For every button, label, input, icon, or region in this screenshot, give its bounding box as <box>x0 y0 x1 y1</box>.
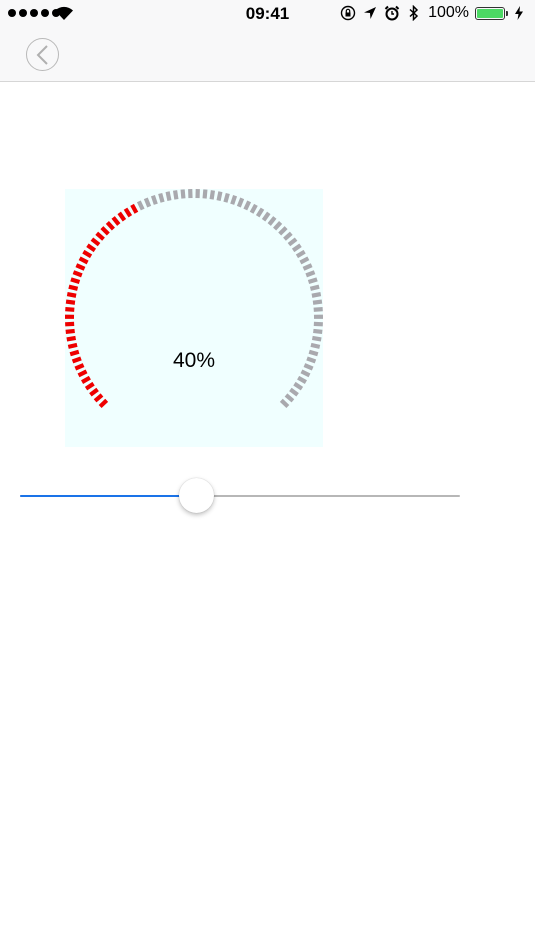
back-button[interactable] <box>26 38 59 71</box>
gauge-tick-inactive <box>289 387 299 397</box>
gauge-tick-active <box>72 270 83 278</box>
gauge-tick-active <box>65 328 75 334</box>
gauge-tick-inactive <box>172 190 179 200</box>
gauge-tick-active <box>75 263 86 271</box>
location-arrow-icon <box>362 5 378 21</box>
gauge-tick-inactive <box>261 211 271 222</box>
gauge-tick-inactive <box>165 191 172 201</box>
progress-slider[interactable] <box>20 478 460 514</box>
gauge-tick-inactive <box>311 292 322 298</box>
gauge-tick-inactive <box>216 191 223 201</box>
gauge-tick-inactive <box>284 393 295 403</box>
status-bar: 09:41 100% <box>0 0 535 28</box>
gauge-tick-active <box>78 256 89 265</box>
gauge-tick-active <box>70 277 81 285</box>
gauge-tick-inactive <box>243 200 252 211</box>
gauge-tick-active <box>84 381 95 391</box>
gauge-tick-inactive <box>143 197 152 208</box>
gauge-tick-active <box>67 342 78 349</box>
charging-bolt-icon <box>511 5 527 21</box>
gauge-tick-inactive <box>293 381 304 391</box>
gauge-tick-active <box>65 307 75 312</box>
navigation-bar <box>0 28 535 82</box>
gauge: 40% <box>65 189 323 447</box>
orientation-lock-icon <box>340 5 356 21</box>
gauge-tick-inactive <box>313 307 323 312</box>
gauge-tick-inactive <box>209 190 216 200</box>
gauge-tick-inactive <box>299 256 310 265</box>
gauge-tick-inactive <box>311 335 322 342</box>
gauge-tick-active <box>100 226 110 236</box>
gauge-tick-active <box>82 249 93 259</box>
gauge-tick-active <box>111 216 121 226</box>
gauge-tick-inactive <box>202 189 208 199</box>
gauge-tick-inactive <box>180 189 186 199</box>
gauge-tick-inactive <box>236 197 245 208</box>
gauge-tick-inactive <box>295 249 306 259</box>
gauge-tick-inactive <box>273 221 283 231</box>
gauge-tick-active <box>98 398 109 409</box>
gauge-tick-active <box>95 231 105 241</box>
bluetooth-icon <box>406 5 422 21</box>
gauge-tick-inactive <box>279 398 290 409</box>
gauge-tick-inactive <box>307 277 318 285</box>
gauge-tick-active <box>123 207 133 218</box>
gauge-tick-inactive <box>297 375 307 384</box>
gauge-tick-inactive <box>255 207 265 218</box>
gauge-tick-inactive <box>305 270 316 278</box>
alarm-icon <box>384 5 400 21</box>
battery-percentage: 100% <box>428 4 469 21</box>
gauge-tick-active <box>66 335 77 342</box>
gauge-tick-inactive <box>283 231 293 241</box>
gauge-tick-inactive <box>230 195 238 205</box>
gauge-ticks <box>65 189 323 409</box>
status-right-group: 100% <box>340 4 527 22</box>
gauge-tick-inactive <box>302 263 313 271</box>
slider-thumb[interactable] <box>179 478 214 513</box>
gauge-tick-active <box>81 375 91 384</box>
slider-fill <box>20 495 196 497</box>
gauge-tick-inactive <box>150 195 158 205</box>
gauge-tick-inactive <box>312 299 323 305</box>
gauge-tick-active <box>90 237 101 247</box>
chevron-left-icon <box>36 45 48 65</box>
gauge-tick-active <box>130 203 139 214</box>
battery-icon <box>475 6 508 20</box>
gauge-tick-active <box>65 299 76 305</box>
gauge-tick-inactive <box>249 203 258 214</box>
gauge-tick-inactive <box>287 237 298 247</box>
gauge-tick-inactive <box>291 243 302 253</box>
gauge-tick-inactive <box>267 216 277 226</box>
gauge-tick-active <box>93 393 104 403</box>
gauge-tick-inactive <box>158 192 165 203</box>
gauge-tick-active <box>105 221 115 231</box>
battery-level <box>477 8 503 18</box>
gauge-tick-inactive <box>136 200 145 211</box>
gauge-tick-inactive <box>223 192 230 203</box>
gauge-tick-inactive <box>310 342 321 349</box>
gauge-tick-active <box>117 211 127 222</box>
gauge-tick-inactive <box>313 328 323 334</box>
gauge-tick-inactive <box>278 226 288 236</box>
gauge-tick-active <box>68 284 79 291</box>
gauge-tick-inactive <box>309 284 320 291</box>
gauge-tick-active <box>89 387 99 397</box>
gauge-tick-active <box>66 292 77 298</box>
gauge-tick-active <box>86 243 97 253</box>
gauge-value-label: 40% <box>172 349 216 372</box>
